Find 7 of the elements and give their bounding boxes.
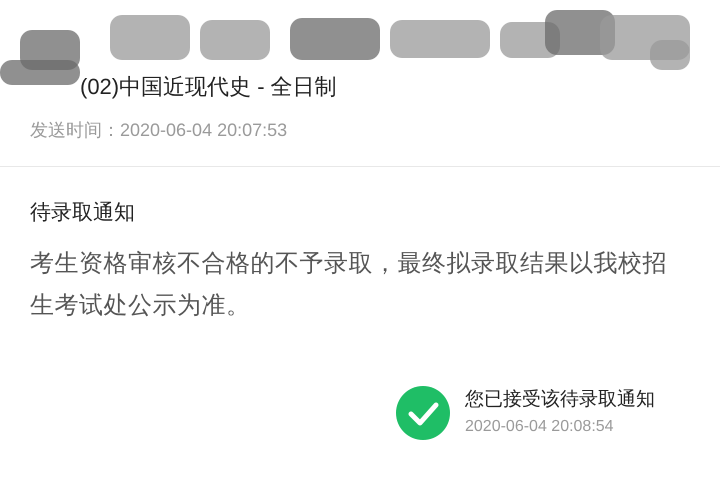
sent-label: 发送时间： xyxy=(30,119,120,142)
notice-body: 考生资格审核不合格的不予录取，最终拟录取结果以我校招生考试处公示为准。 xyxy=(30,248,668,320)
sent-time: 2020-06-04 20:07:53 xyxy=(120,119,288,142)
notice-title: 待录取通知 xyxy=(30,200,136,226)
status-time: 2020-06-04 20:08:54 xyxy=(465,417,615,437)
program-title: (02)中国近现代史 - 全日制 xyxy=(80,73,337,101)
status-text: 您已接受该待录取通知 xyxy=(465,388,655,412)
